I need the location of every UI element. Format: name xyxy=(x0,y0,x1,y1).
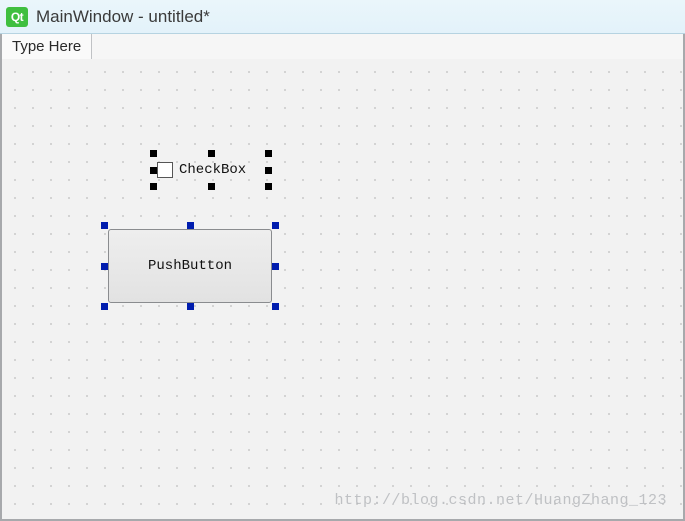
resize-handle-ne[interactable] xyxy=(272,222,279,229)
qt-logo-icon: Qt xyxy=(6,7,28,27)
resize-handle-sw[interactable] xyxy=(150,183,157,190)
resize-handle-s[interactable] xyxy=(208,183,215,190)
menubar-typehere[interactable]: Type Here xyxy=(2,34,92,59)
resize-handle-se[interactable] xyxy=(272,303,279,310)
resize-handle-se[interactable] xyxy=(265,183,272,190)
resize-handle-nw[interactable] xyxy=(101,222,108,229)
checkbox-widget[interactable]: CheckBox xyxy=(157,157,265,183)
resize-handle-n[interactable] xyxy=(187,222,194,229)
resize-handle-nw[interactable] xyxy=(150,150,157,157)
menubar[interactable]: Type Here xyxy=(2,34,683,60)
form-canvas[interactable]: CheckBox PushButton xyxy=(2,59,683,519)
pushbutton-label: PushButton xyxy=(148,258,232,274)
resize-handle-e[interactable] xyxy=(272,263,279,270)
window-title: MainWindow - untitled* xyxy=(36,7,210,27)
pushbutton-widget[interactable]: PushButton xyxy=(108,229,272,303)
watermark-text: http://blog.csdn.net/HuangZhang_123 xyxy=(334,492,667,509)
resize-handle-n[interactable] xyxy=(208,150,215,157)
resize-handle-w[interactable] xyxy=(150,167,157,174)
pushbutton-face[interactable]: PushButton xyxy=(108,229,272,303)
window-titlebar: Qt MainWindow - untitled* xyxy=(0,0,685,34)
checkbox-label: CheckBox xyxy=(179,162,246,178)
resize-handle-e[interactable] xyxy=(265,167,272,174)
designer-frame: Type Here CheckBox PushButton xyxy=(0,34,685,521)
resize-handle-sw[interactable] xyxy=(101,303,108,310)
resize-handle-ne[interactable] xyxy=(265,150,272,157)
checkbox-box-icon[interactable] xyxy=(157,162,173,178)
resize-handle-s[interactable] xyxy=(187,303,194,310)
resize-handle-w[interactable] xyxy=(101,263,108,270)
